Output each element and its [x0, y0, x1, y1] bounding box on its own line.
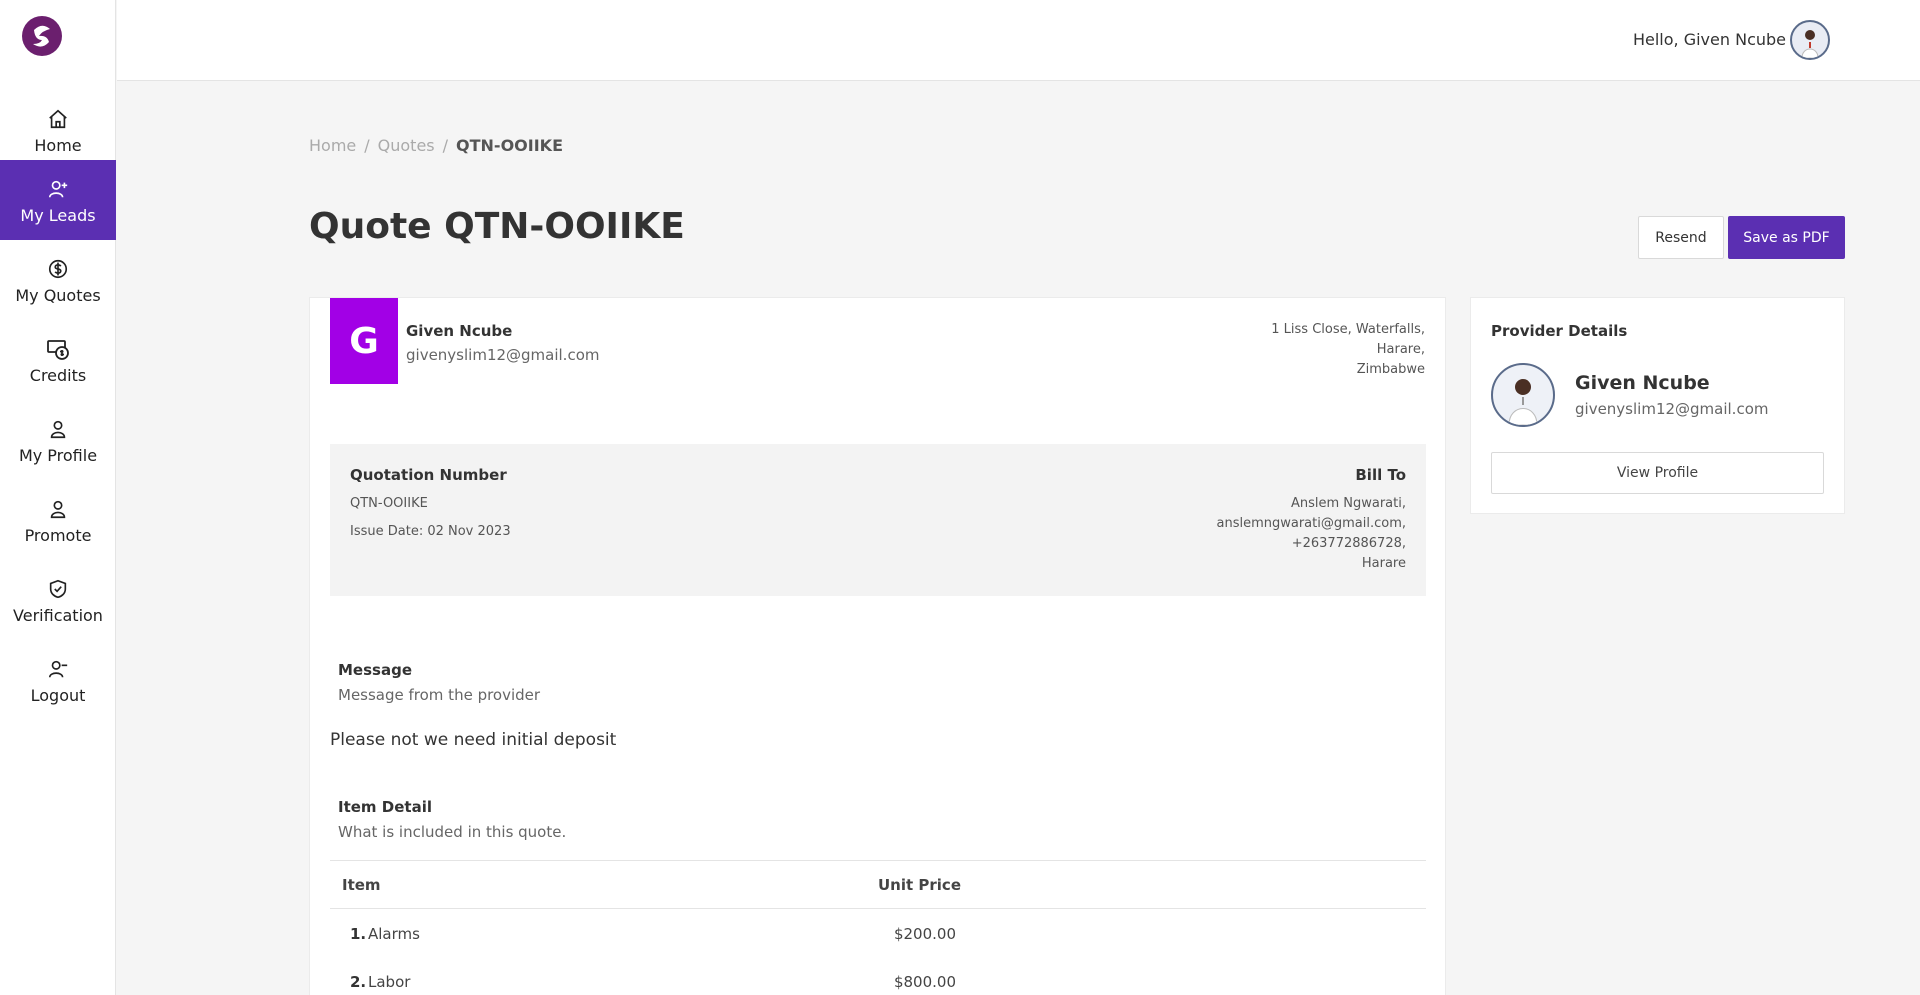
- provider-details-card: Provider Details Given Ncube givenyslim1…: [1470, 297, 1845, 514]
- breadcrumb-quotes[interactable]: Quotes: [378, 136, 435, 155]
- provider-details-title: Provider Details: [1491, 322, 1628, 340]
- user-icon: [45, 416, 71, 442]
- message-subtitle: Message from the provider: [338, 686, 541, 704]
- provider-avatar: [1491, 363, 1555, 427]
- address-line: Harare,: [1376, 342, 1425, 357]
- sidebar-item-label: My Profile: [18, 445, 98, 465]
- column-header-item: Item: [342, 876, 381, 894]
- sidebar: Home My Leads My Quotes Credits My Profi…: [0, 0, 116, 995]
- provider-initial-avatar: G: [330, 298, 398, 384]
- add-user-icon: [45, 176, 71, 202]
- user-greeting: Hello, Given Ncube: [1632, 30, 1786, 49]
- bill-to-line: Anslem Ngwarati,: [1290, 496, 1406, 511]
- breadcrumb-separator: /: [364, 136, 370, 155]
- quotation-number-label: Quotation Number: [350, 466, 507, 484]
- brand-logo[interactable]: [20, 14, 64, 58]
- table-row: 1. Alarms $200.00: [330, 909, 1426, 957]
- quotation-number: QTN-OOIIKE: [350, 496, 428, 511]
- quotation-summary: Quotation Number QTN-OOIIKE Issue Date: …: [330, 444, 1426, 596]
- table-header: Item Unit Price: [330, 860, 1426, 909]
- home-icon: [45, 106, 71, 132]
- item-number: 1.: [350, 925, 367, 943]
- dollar-circle-icon: [45, 256, 71, 282]
- provider-address: 1 Liss Close, Waterfalls, Harare, Zimbab…: [1271, 320, 1425, 380]
- item-name: Labor: [368, 973, 411, 991]
- bill-to-label: Bill To: [1355, 466, 1406, 484]
- breadcrumb-home[interactable]: Home: [309, 136, 356, 155]
- provider-email: givenyslim12@gmail.com: [406, 346, 600, 364]
- sidebar-item-label: Credits: [29, 365, 87, 385]
- bill-to-line: +263772886728,: [1291, 536, 1406, 551]
- sidebar-item-label: Home: [34, 135, 82, 155]
- bill-to-line: Harare: [1361, 556, 1406, 571]
- breadcrumb-current: QTN-OOIIKE: [456, 136, 563, 155]
- sidebar-item-label: My Leads: [20, 205, 96, 225]
- sidebar-item-credits[interactable]: Credits: [0, 320, 116, 400]
- sidebar-item-label: My Quotes: [15, 285, 101, 305]
- items-table: Item Unit Price 1. Alarms $200.00 2. Lab…: [330, 860, 1426, 995]
- quote-card: G Given Ncube givenyslim12@gmail.com 1 L…: [309, 297, 1446, 995]
- item-detail-subtitle: What is included in this quote.: [338, 823, 567, 841]
- save-pdf-button[interactable]: Save as PDF: [1728, 216, 1845, 259]
- bill-to-details: Anslem Ngwarati, anslemngwarati@gmail.co…: [1217, 494, 1407, 574]
- breadcrumb-separator: /: [442, 136, 449, 155]
- shield-check-icon: [45, 576, 71, 602]
- resend-button[interactable]: Resend: [1638, 216, 1724, 259]
- message-body: Please not we need initial deposit: [330, 730, 617, 750]
- sidebar-item-my-profile[interactable]: My Profile: [0, 400, 116, 480]
- item-number: 2.: [350, 973, 367, 991]
- view-profile-button[interactable]: View Profile: [1491, 452, 1824, 494]
- issue-date: Issue Date: 02 Nov 2023: [350, 524, 511, 539]
- user-icon: [45, 496, 71, 522]
- user-minus-icon: [45, 656, 71, 682]
- sidebar-item-verification[interactable]: Verification: [0, 560, 116, 640]
- item-price: $800.00: [893, 973, 956, 991]
- message-heading: Message: [338, 661, 412, 679]
- sidebar-item-my-quotes[interactable]: My Quotes: [0, 240, 116, 320]
- item-price: $200.00: [893, 925, 956, 943]
- sidebar-item-label: Logout: [30, 685, 86, 705]
- credits-icon: [45, 336, 71, 362]
- item-detail-heading: Item Detail: [338, 798, 432, 816]
- user-avatar[interactable]: [1790, 20, 1830, 60]
- breadcrumb: Home / Quotes / QTN-OOIIKE: [309, 136, 563, 155]
- sidebar-item-promote[interactable]: Promote: [0, 480, 116, 560]
- address-line: Zimbabwe: [1356, 362, 1425, 377]
- column-header-unit-price: Unit Price: [878, 876, 961, 894]
- provider-card-name: Given Ncube: [1575, 372, 1710, 394]
- page-title: Quote QTN-OOIIKE: [309, 206, 685, 247]
- bill-to-line: anslemngwarati@gmail.com,: [1216, 516, 1407, 531]
- address-line: 1 Liss Close, Waterfalls,: [1271, 322, 1425, 337]
- provider-name: Given Ncube: [406, 322, 513, 340]
- sidebar-item-logout[interactable]: Logout: [0, 640, 116, 720]
- table-row: 2. Labor $800.00: [330, 957, 1426, 995]
- item-name: Alarms: [368, 925, 420, 943]
- sidebar-item-home[interactable]: Home: [0, 90, 116, 170]
- top-bar: Hello, Given Ncube: [117, 0, 1920, 81]
- sidebar-item-label: Verification: [13, 605, 103, 625]
- sidebar-item-my-leads[interactable]: My Leads: [0, 160, 116, 240]
- sidebar-item-label: Promote: [24, 525, 92, 545]
- provider-card-email: givenyslim12@gmail.com: [1575, 400, 1769, 418]
